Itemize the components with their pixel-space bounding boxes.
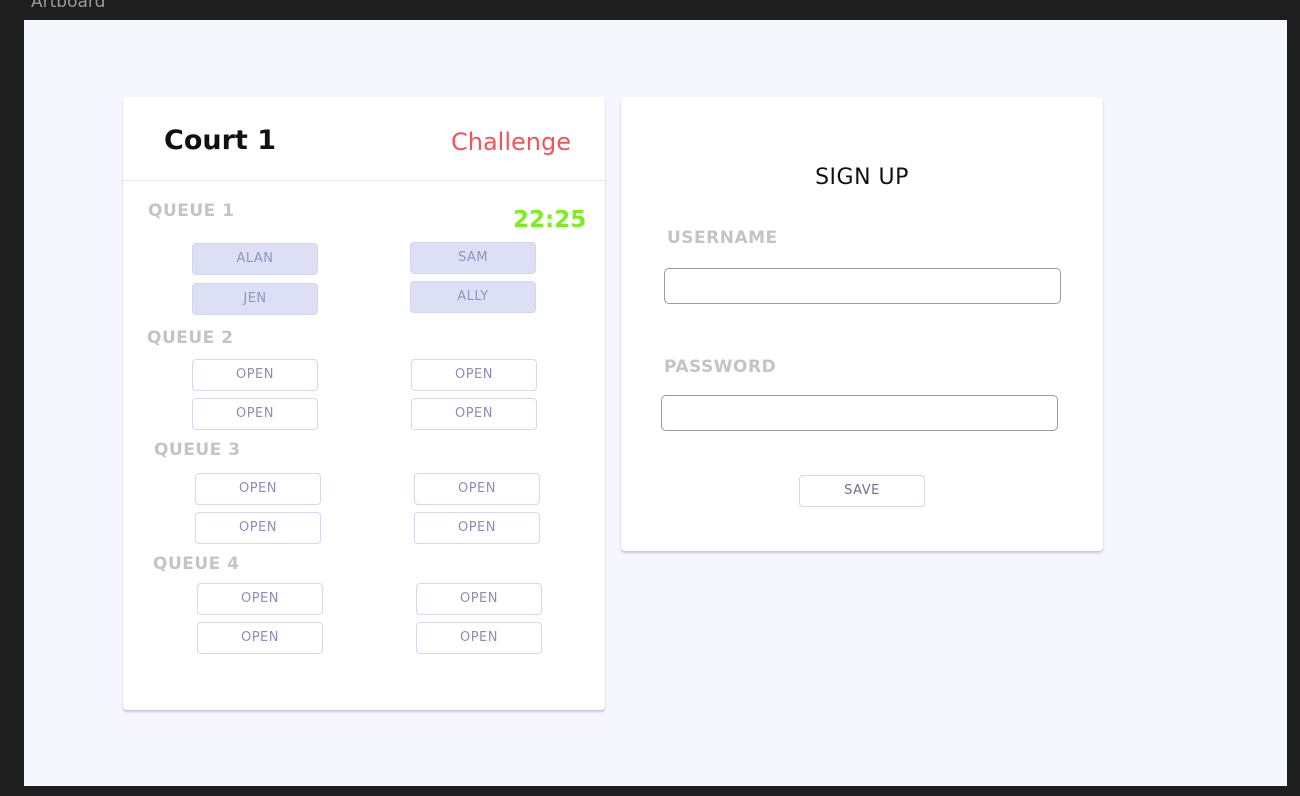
challenge-button[interactable]: Challenge bbox=[451, 128, 571, 156]
queue-1-slot-2[interactable]: SAM bbox=[410, 242, 536, 274]
password-input[interactable] bbox=[661, 395, 1058, 431]
queue-2-slot-4[interactable]: OPEN bbox=[411, 398, 537, 430]
queue-3-slot-4[interactable]: OPEN bbox=[414, 512, 540, 544]
court-header: Court 1 Challenge bbox=[123, 97, 605, 181]
queue-4-slot-1[interactable]: OPEN bbox=[197, 583, 323, 615]
court-title: Court 1 bbox=[164, 125, 276, 156]
queue-3-slot-1[interactable]: OPEN bbox=[195, 473, 321, 505]
username-label: USERNAME bbox=[667, 228, 778, 248]
signup-card: SIGN UP USERNAME PASSWORD SAVE bbox=[621, 97, 1103, 551]
username-input[interactable] bbox=[664, 268, 1061, 304]
court-card: Court 1 Challenge 22:25 QUEUE 1 ALAN SAM… bbox=[123, 97, 605, 710]
queue-4-label: QUEUE 4 bbox=[153, 554, 240, 574]
queue-1-slot-1[interactable]: ALAN bbox=[192, 243, 318, 275]
queue-4-slot-4[interactable]: OPEN bbox=[416, 622, 542, 654]
queue-2-label: QUEUE 2 bbox=[147, 328, 234, 348]
queue-1-slot-3[interactable]: JEN bbox=[192, 283, 318, 315]
queue-2-slot-1[interactable]: OPEN bbox=[192, 359, 318, 391]
signup-title: SIGN UP bbox=[815, 165, 909, 190]
queue-3-slot-3[interactable]: OPEN bbox=[195, 512, 321, 544]
queue-2-slot-2[interactable]: OPEN bbox=[411, 359, 537, 391]
artboard: Court 1 Challenge 22:25 QUEUE 1 ALAN SAM… bbox=[24, 20, 1287, 786]
queue-1-slot-4[interactable]: ALLY bbox=[410, 281, 536, 313]
queue-4-slot-2[interactable]: OPEN bbox=[416, 583, 542, 615]
queue-3-label: QUEUE 3 bbox=[154, 440, 241, 460]
queue-1-label: QUEUE 1 bbox=[148, 201, 235, 221]
save-button[interactable]: SAVE bbox=[799, 475, 925, 507]
court-timer: 22:25 bbox=[513, 207, 587, 233]
queue-3-slot-2[interactable]: OPEN bbox=[414, 473, 540, 505]
artboard-label: Artboard bbox=[31, 0, 106, 12]
password-label: PASSWORD bbox=[664, 357, 777, 377]
queue-2-slot-3[interactable]: OPEN bbox=[192, 398, 318, 430]
queue-4-slot-3[interactable]: OPEN bbox=[197, 622, 323, 654]
